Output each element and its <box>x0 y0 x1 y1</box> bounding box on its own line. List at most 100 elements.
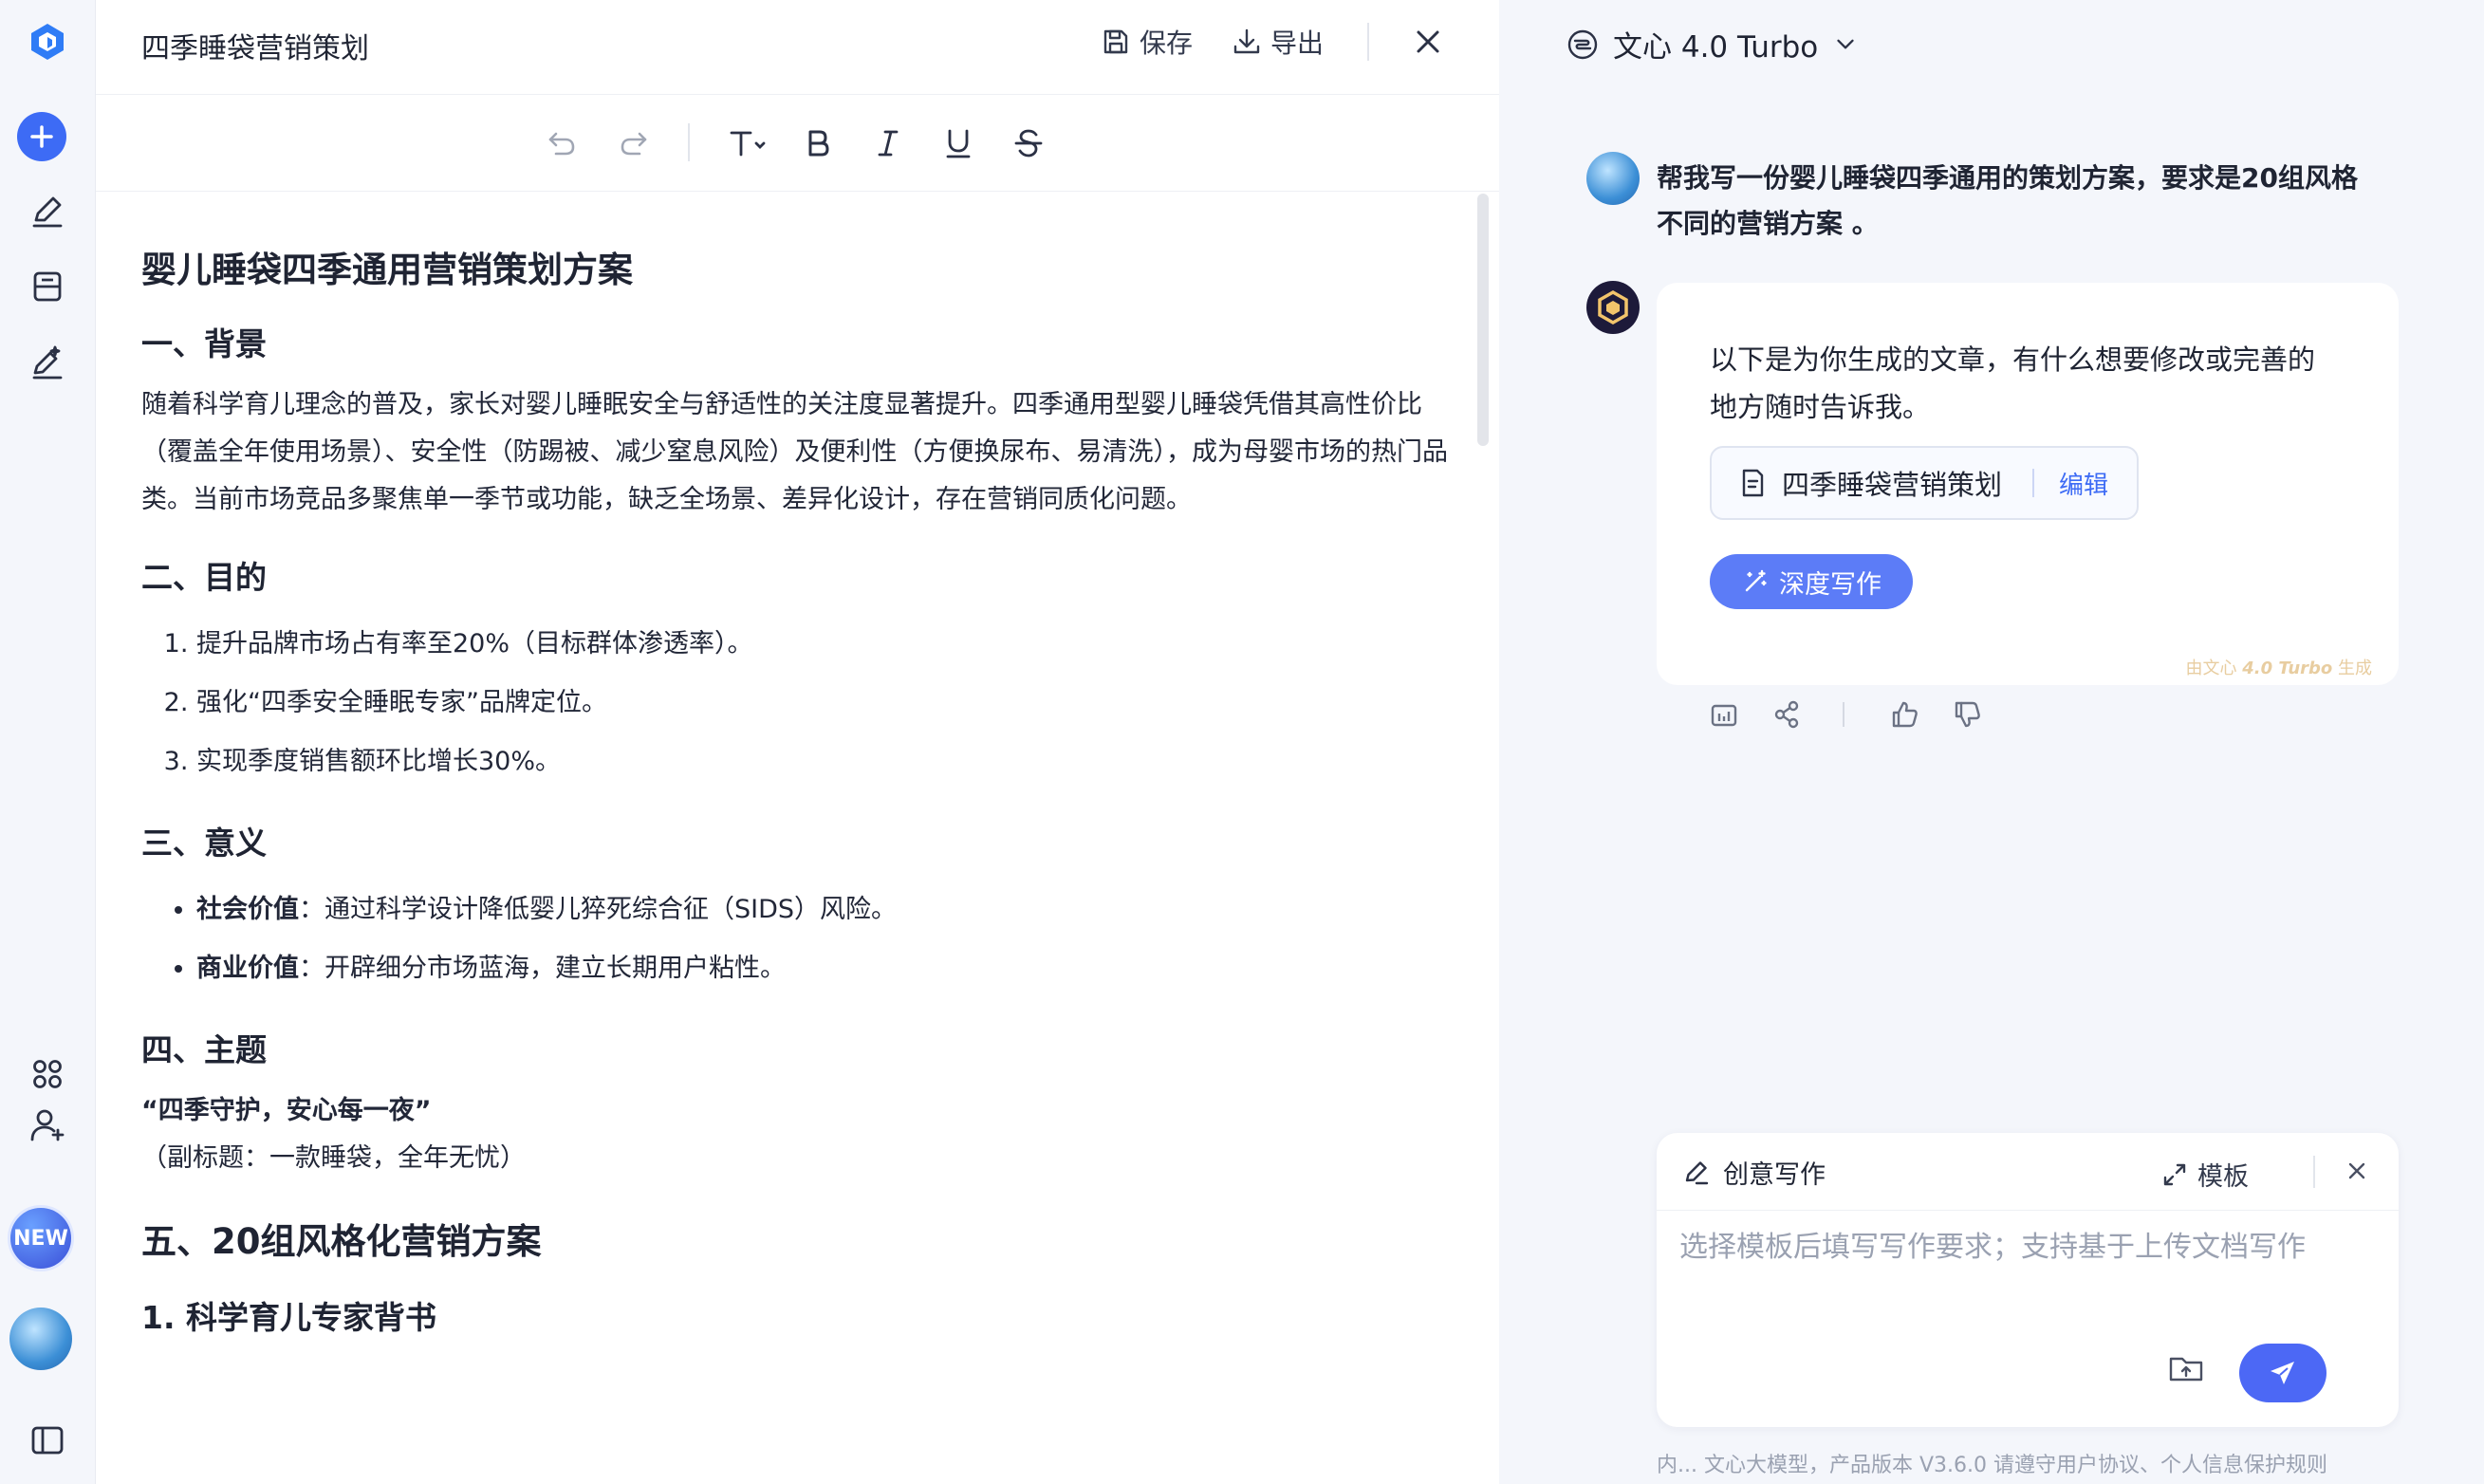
close-icon[interactable] <box>2342 1156 2372 1186</box>
redo-icon <box>621 132 647 156</box>
deep-writing-button[interactable]: 深度写作 <box>1710 554 1913 609</box>
editor-header: 四季睡袋营销策划 保存 导出 <box>96 0 1500 95</box>
section-heading-meaning: 三、意义 <box>141 825 267 862</box>
list-item: 提升品牌市场占有率至20%（目标群体渗透率）。 <box>196 615 1451 674</box>
download-icon <box>1233 28 1260 54</box>
model-name: 文心 4.0 Turbo <box>1613 30 1819 65</box>
generated-by-model: 4.0 Turbo <box>2242 659 2333 678</box>
template-button[interactable]: 模板 <box>2161 1156 2249 1193</box>
save-icon <box>1103 29 1128 54</box>
bot-logo-icon <box>1598 289 1628 325</box>
background-paragraph: 随着科学育儿理念的普及，家长对婴儿睡眠安全与舒适性的关注度显著提升。四季通用型婴… <box>141 390 1448 514</box>
upload-file-icon[interactable] <box>2165 1347 2207 1389</box>
user-avatar <box>1586 152 1640 205</box>
write-icon[interactable] <box>13 176 82 245</box>
template-label: 模板 <box>2197 1162 2249 1192</box>
redo-button[interactable] <box>612 121 656 165</box>
section-heading-plans: 五、20组风格化营销方案 <box>141 1221 542 1262</box>
goals-list: 提升品牌市场占有率至20%（目标群体渗透率）。 强化“四季安全睡眠专家”品牌定位… <box>196 615 1451 791</box>
document-chip[interactable]: 四季睡袋营销策划 编辑 <box>1710 446 2139 520</box>
header-divider <box>1367 23 1369 61</box>
copy-doc-icon[interactable] <box>1708 698 1740 731</box>
footer-disclaimer: 内... 文心大模型，产品版本 V3.6.0 请遵守用户协议、个人信息保护规则 <box>1657 1454 2327 1477</box>
export-button[interactable]: 导出 <box>1231 23 1324 61</box>
user-avatar[interactable] <box>9 1308 72 1370</box>
generated-by-note: 由文心 4.0 Turbo 生成 <box>2185 655 2372 679</box>
scrollbar-thumb[interactable] <box>1477 194 1489 446</box>
bot-message-card: 以下是为你生成的文章，有什么想要修改或完善的地方随时告诉我。 四季睡袋营销策划 … <box>1657 283 2399 685</box>
drafts-icon[interactable] <box>13 252 82 321</box>
user-message: 帮我写一份婴儿睡袋四季通用的策划方案，要求是20组风格不同的营销方案 。 <box>1657 162 2358 239</box>
editor-title[interactable]: 四季睡袋营销策划 <box>141 25 369 66</box>
model-selector[interactable]: 文心 4.0 Turbo <box>1566 23 1860 65</box>
format-toolbar <box>96 95 1500 192</box>
writing-mode-label: 创意写作 <box>1723 1160 1826 1190</box>
bot-avatar <box>1586 281 1640 334</box>
item-text: ：通过科学设计降低婴儿猝死综合征（SIDS）风险。 <box>299 895 898 924</box>
bold-button[interactable] <box>796 121 840 165</box>
save-button[interactable]: 保存 <box>1100 23 1193 61</box>
toolbar-divider <box>688 123 690 161</box>
generated-by-prefix: 由文心 <box>2185 659 2243 678</box>
theme-subtitle: （副标题：一款睡袋，全年无忧） <box>141 1143 526 1173</box>
strikethrough-icon <box>1014 129 1043 158</box>
add-user-icon[interactable] <box>13 1091 82 1159</box>
bottom-fade <box>96 1427 1477 1484</box>
new-chat-button[interactable] <box>17 112 66 161</box>
save-label: 保存 <box>1140 28 1194 59</box>
document-icon <box>1742 469 1764 497</box>
list-item: 强化“四季安全睡眠专家”品牌定位。 <box>196 674 1451 733</box>
item-text: ：开辟细分市场蓝海，建立长期用户粘性。 <box>299 954 786 983</box>
close-icon[interactable] <box>1407 21 1449 63</box>
thumbs-down-icon[interactable] <box>1951 698 1983 731</box>
message-actions <box>1708 698 2013 731</box>
logo-icon[interactable] <box>13 8 82 76</box>
editor-scrollbar[interactable] <box>1477 192 1491 1484</box>
deep-writing-label: 深度写作 <box>1779 569 1882 600</box>
pen-sparkle-icon[interactable] <box>13 328 82 397</box>
section-heading-goals: 二、目的 <box>141 559 267 596</box>
thumbs-up-icon[interactable] <box>1888 698 1920 731</box>
list-item: 商业价值：开辟细分市场蓝海，建立长期用户粘性。 <box>196 939 1451 998</box>
underline-button[interactable] <box>936 121 980 165</box>
italic-button[interactable] <box>866 121 910 165</box>
sidebar: NEW <box>0 0 95 1484</box>
item-label: 商业价值 <box>196 954 299 983</box>
app: NEW 四季睡袋营销策划 保存 导出 婴儿睡袋四季通用营销策划方案 一、背景 随… <box>0 0 2484 1484</box>
writing-mode[interactable]: 创意写作 <box>1681 1154 1826 1191</box>
generated-by-suffix: 生成 <box>2332 659 2372 678</box>
new-feature-badge[interactable]: NEW <box>8 1205 74 1271</box>
edit-link[interactable]: 编辑 <box>2059 466 2108 501</box>
sidebar-toggle-icon[interactable] <box>13 1406 82 1475</box>
magic-pen-icon <box>1745 569 1767 592</box>
export-label: 导出 <box>1270 28 1325 59</box>
prompt-input[interactable] <box>1679 1224 2363 1328</box>
chevron-down-icon <box>1837 39 1854 48</box>
document-chip-title: 四季睡袋营销策划 <box>1782 469 2003 501</box>
expand-icon <box>2163 1163 2186 1185</box>
document-editor: 四季睡袋营销策划 保存 导出 婴儿睡袋四季通用营销策划方案 一、背景 随着科学育… <box>95 0 1500 1484</box>
list-item: 实现季度销售额环比增长30%。 <box>196 733 1451 791</box>
underline-icon <box>946 129 971 158</box>
composer-divider <box>2313 1156 2315 1188</box>
strikethrough-button[interactable] <box>1007 121 1050 165</box>
share-icon[interactable] <box>1770 698 1803 731</box>
font-size-button[interactable] <box>722 121 779 165</box>
section-heading-background: 一、背景 <box>141 325 267 362</box>
bot-message: 以下是为你生成的文章，有什么想要修改或完善的地方随时告诉我。 <box>1710 343 2316 423</box>
italic-icon <box>878 130 899 157</box>
text-size-icon <box>730 131 766 157</box>
meaning-list: 社会价值：通过科学设计降低婴儿猝死综合征（SIDS）风险。 商业价值：开辟细分市… <box>196 881 1451 998</box>
composer: 创意写作 模板 <box>1657 1133 2399 1427</box>
chip-divider <box>2032 469 2035 497</box>
undo-icon <box>548 132 575 156</box>
section-heading-theme: 四、主题 <box>141 1031 267 1068</box>
undo-button[interactable] <box>540 121 584 165</box>
model-icon <box>1567 29 1598 59</box>
send-button[interactable] <box>2239 1344 2326 1402</box>
item-label: 社会价值 <box>196 895 299 924</box>
document-content[interactable]: 婴儿睡袋四季通用营销策划方案 一、背景 随着科学育儿理念的普及，家长对婴儿睡眠安… <box>141 192 1451 1484</box>
pen-icon <box>1685 1160 1709 1184</box>
composer-header: 创意写作 模板 <box>1657 1133 2399 1211</box>
bold-icon <box>808 130 829 157</box>
